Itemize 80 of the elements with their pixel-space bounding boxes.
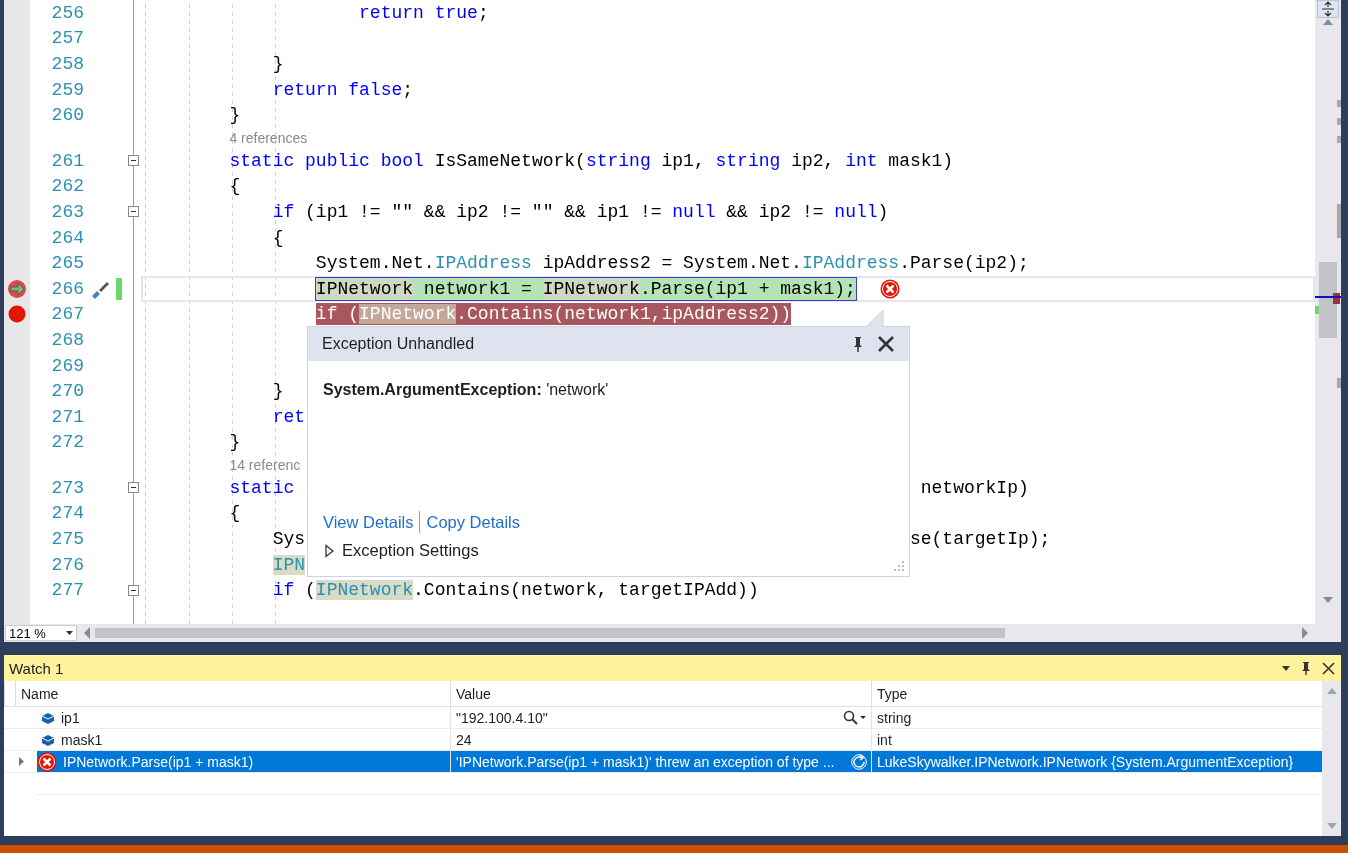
- collapse-icon[interactable]: [128, 206, 139, 218]
- code-line: static public bool IsSameNetwork(string ip1, string ip2, int mask1): [228, 149, 954, 172]
- line-number: 263: [51, 201, 84, 222]
- line-number: 268: [51, 329, 84, 350]
- dropdown-icon[interactable]: [1282, 665, 1290, 671]
- line-number: 271: [51, 406, 84, 427]
- code-line: if (IPNetwork.Contains(network, targetIPAdd)): [271, 579, 759, 602]
- collapse-icon[interactable]: [128, 482, 139, 494]
- pin-icon[interactable]: [1300, 661, 1312, 675]
- table-cell: ip1: [61, 709, 80, 726]
- code-line: }: [228, 431, 241, 454]
- line-number: 274: [51, 503, 84, 524]
- table-cell: string: [877, 709, 912, 726]
- line-number: 266: [51, 278, 84, 299]
- line-number: 264: [51, 227, 84, 248]
- code-line: return false;: [271, 78, 414, 101]
- zoom-dropdown[interactable]: 121 %: [5, 625, 77, 641]
- line-number: 272: [51, 432, 84, 453]
- panel-title: Watch 1: [9, 659, 65, 677]
- line-number: 273: [51, 477, 84, 498]
- search-icon[interactable]: [843, 710, 867, 725]
- code-line: static networkIp): [228, 476, 1029, 499]
- table-row[interactable]: IPNetwork.Parse(ip1 + mask1) 'IPNetwork.Parse(ip1 + mask1)' threw an exception of type ... LukeSkywalker.IPNetwork.IPNetwork {System.ArgumentException}: [37, 751, 1322, 772]
- code-line: }: [271, 53, 284, 75]
- line-number: 267: [51, 304, 84, 325]
- breakpoint-icon[interactable]: [8, 305, 26, 324]
- code-line: }: [271, 380, 284, 403]
- line-number: 260: [51, 105, 84, 126]
- table-cell: 'IPNetwork.Parse(ip1 + mask1)' threw an exception of type ...: [456, 753, 835, 770]
- collapse-icon[interactable]: [128, 584, 139, 596]
- code-line: if (ip1 != "" && ip2 != "" && ip1 != null && ip2 != null): [271, 200, 889, 223]
- close-icon[interactable]: [877, 335, 895, 353]
- column-header[interactable]: Name: [15, 681, 450, 706]
- column-header[interactable]: Value: [450, 681, 871, 706]
- expand-icon[interactable]: [18, 756, 25, 767]
- details-link[interactable]: Copy Details: [426, 512, 521, 532]
- line-number: 258: [51, 54, 84, 74]
- dropdown-icon: [66, 631, 73, 635]
- line-number: 261: [51, 150, 84, 171]
- table-cell: mask1: [61, 731, 103, 748]
- line-number: 276: [51, 554, 84, 575]
- scroll-right-icon[interactable]: [1301, 627, 1309, 639]
- code-line: {: [271, 226, 284, 249]
- error-icon[interactable]: [879, 278, 900, 299]
- code-line: {: [228, 502, 241, 525]
- error-icon: [37, 751, 57, 772]
- reference-count[interactable]: 14 referenc: [229, 457, 301, 474]
- variable-icon: [41, 710, 55, 725]
- refresh-icon[interactable]: [851, 753, 867, 770]
- scroll-down-icon[interactable]: [1322, 596, 1334, 604]
- line-number: 270: [51, 381, 84, 402]
- table-cell: IPNetwork.Parse(ip1 + mask1): [63, 753, 254, 770]
- table-row[interactable]: ip1 "192.100.4.10" string: [37, 707, 1322, 728]
- code-line: ret: [271, 405, 306, 428]
- change-bar: [116, 277, 122, 300]
- scroll-left-icon[interactable]: [83, 627, 91, 639]
- line-number: 257: [51, 28, 84, 49]
- line-number: 265: [51, 253, 84, 274]
- line-number: 269: [51, 355, 84, 376]
- line-number: 256: [51, 2, 84, 23]
- variable-icon: [41, 732, 55, 747]
- reference-count[interactable]: 4 references: [229, 129, 308, 146]
- table-cell: 24: [456, 731, 472, 748]
- code-line: }: [228, 104, 241, 127]
- code-line: System.Net.IPAddress ipAddress2 = System.Net.IPAddress.Parse(ip2);: [314, 252, 1029, 275]
- collapse-icon[interactable]: [128, 155, 139, 167]
- table-cell: "192.100.4.10": [456, 709, 548, 726]
- code-line: return true;: [358, 1, 489, 24]
- close-icon[interactable]: [1322, 661, 1335, 675]
- table-cell: int: [877, 731, 892, 748]
- line-number: 262: [51, 176, 84, 197]
- line-number: 277: [51, 580, 84, 601]
- popup-title: Exception Unhandled: [322, 335, 476, 353]
- line-number: 275: [51, 529, 84, 550]
- exception-message: System.ArgumentException: 'network': [322, 380, 610, 400]
- line-number: 259: [51, 79, 84, 100]
- details-link[interactable]: View Details: [323, 512, 414, 532]
- table-cell: LukeSkywalker.IPNetwork.IPNetwork {System.ArgumentException}: [877, 753, 1294, 770]
- split-icon[interactable]: [1317, 0, 1339, 18]
- code-line: {: [228, 175, 241, 198]
